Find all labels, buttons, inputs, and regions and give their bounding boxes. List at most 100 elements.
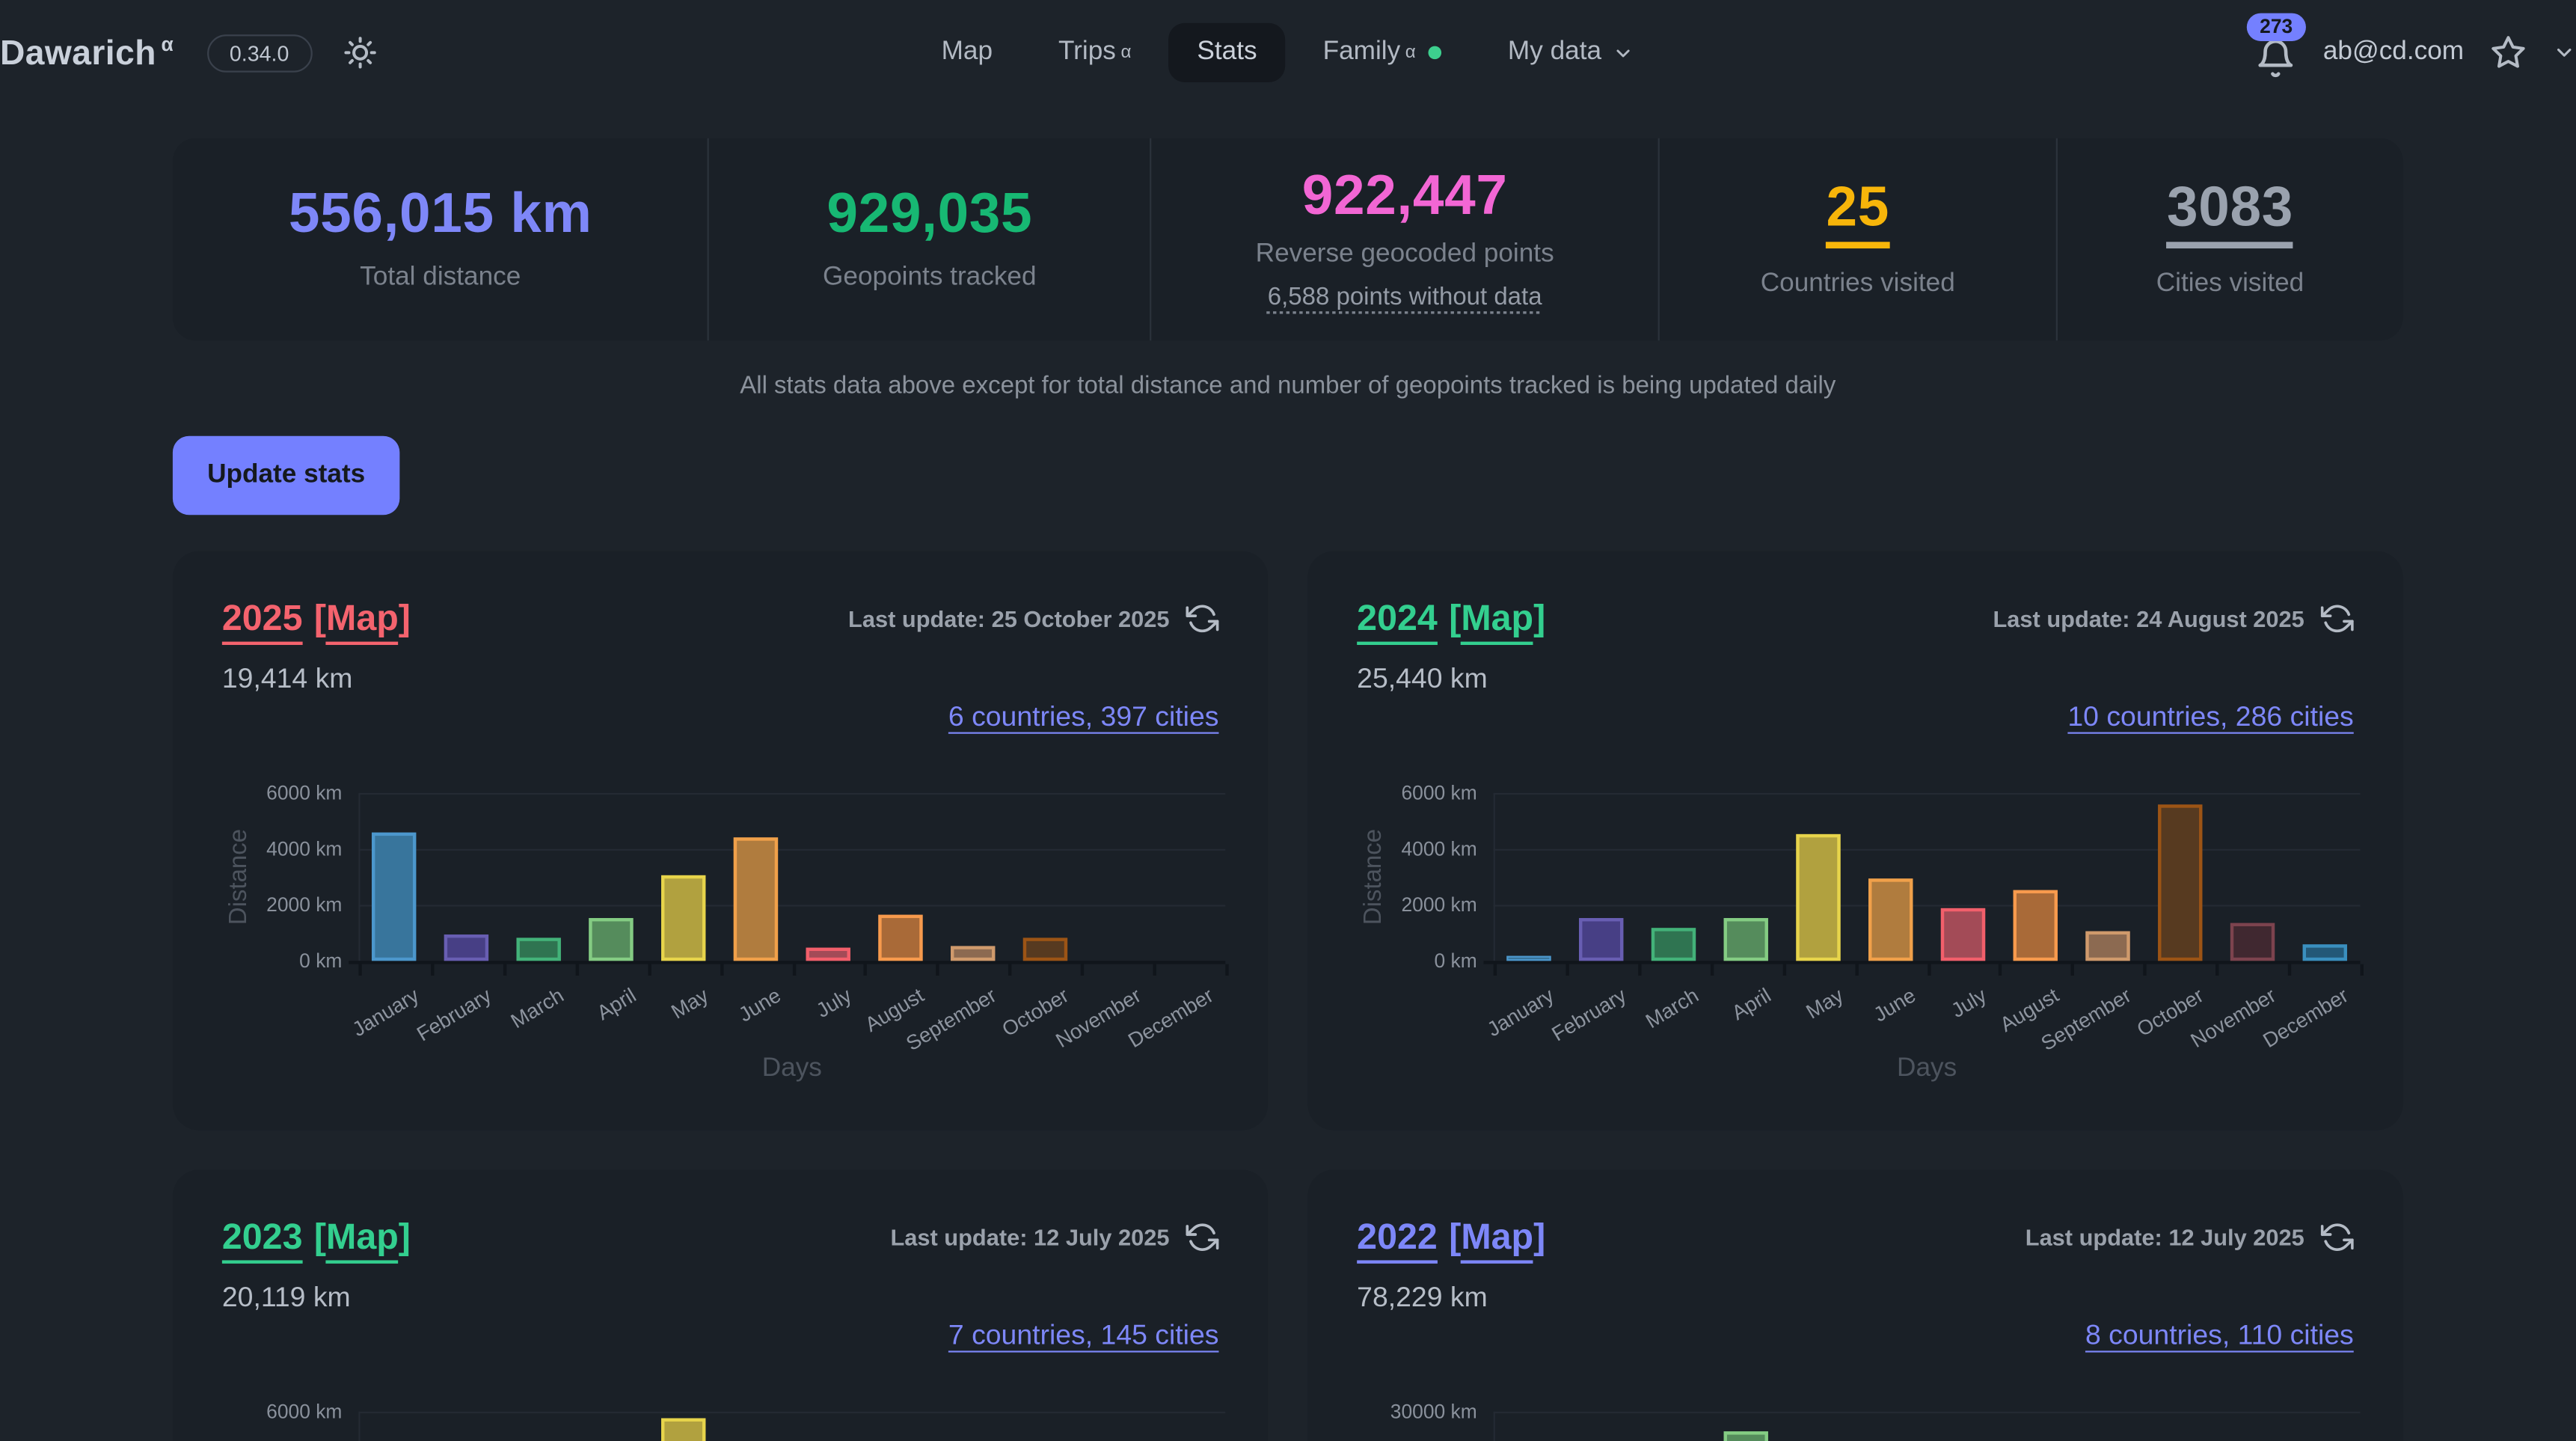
x-axis-tick: [1782, 964, 1785, 976]
x-axis-title: Days: [762, 1055, 822, 1085]
bar-february: [445, 934, 489, 961]
x-axis-line: [1483, 961, 2360, 964]
x-tick-label: June: [1869, 984, 1919, 1027]
nav-item-stats-active[interactable]: Stats: [1169, 23, 1285, 82]
stat-cities-label: Cities visited: [2156, 270, 2304, 300]
x-axis-tick: [1999, 964, 2002, 976]
stat-geopoints-value: 929,035: [827, 186, 1032, 242]
y-axis-title: Distance: [224, 829, 252, 925]
notifications-bell-icon[interactable]: 273: [2256, 27, 2297, 78]
x-axis-tick: [1153, 964, 1156, 976]
map-link[interactable]: Map: [326, 597, 399, 645]
bar-june: [1868, 878, 1913, 961]
y-tick-label: 4000 km: [1307, 837, 1476, 860]
x-axis-line: [349, 961, 1225, 964]
bar-july: [806, 948, 850, 961]
x-axis-tick: [2361, 964, 2364, 976]
x-tick-label: July: [813, 984, 856, 1023]
update-stats-button[interactable]: Update stats: [173, 436, 400, 515]
y-tick-label: 2000 km: [1307, 893, 1476, 917]
y-tick-label: 6000 km: [173, 1400, 342, 1423]
countries-cities-link[interactable]: 10 countries, 286 cities: [2067, 701, 2353, 732]
nav-item-stats-label: Stats: [1197, 38, 1257, 68]
x-axis-tick: [648, 964, 651, 976]
chevron-down-icon[interactable]: [2553, 41, 2576, 64]
nav-item-map[interactable]: Map: [913, 23, 1020, 82]
theme-toggle-sun-icon[interactable]: [342, 34, 378, 70]
stat-cities-value[interactable]: 3083: [2167, 180, 2293, 248]
x-axis-tick: [2071, 964, 2074, 976]
stat-total-distance-label: Total distance: [360, 263, 521, 293]
year-card-2025: 2025[Map] Last update: 25 October 2025 1…: [173, 551, 1269, 1131]
y-tick-label: 0 km: [1307, 949, 1476, 973]
nav-item-trips[interactable]: Tripsα: [1031, 23, 1159, 82]
bracket: ]: [1533, 1216, 1545, 1257]
refresh-icon[interactable]: [1186, 1221, 1218, 1254]
alpha-superscript: α: [1405, 43, 1416, 62]
map-link[interactable]: Map: [1461, 1216, 1533, 1264]
x-axis-tick: [503, 964, 506, 976]
refresh-icon[interactable]: [1186, 602, 1218, 635]
map-link[interactable]: Map: [326, 1216, 399, 1264]
notifications-count-badge: 273: [2247, 12, 2306, 40]
year-link[interactable]: 2025: [222, 597, 303, 645]
year-link[interactable]: 2023: [222, 1216, 303, 1264]
family-online-dot: [1429, 46, 1442, 60]
x-axis-tick: [720, 964, 723, 976]
year-distance: 19,414 km: [173, 640, 1269, 696]
chevron-down-icon: [1613, 42, 1634, 64]
bar-april: [1724, 918, 1768, 961]
star-icon[interactable]: [2490, 34, 2526, 70]
countries-cities-link[interactable]: 7 countries, 145 cities: [948, 1320, 1219, 1351]
countries-cities-link[interactable]: 8 countries, 110 cities: [2085, 1320, 2354, 1351]
x-tick-label: May: [666, 984, 711, 1024]
refresh-icon[interactable]: [2321, 1221, 2354, 1254]
y-axis-title: Distance: [1359, 829, 1387, 925]
map-link[interactable]: Map: [1461, 597, 1533, 645]
bar-august: [2013, 890, 2057, 961]
year-card-2024: 2024[Map] Last update: 24 August 2025 25…: [1307, 551, 2403, 1131]
x-axis-tick: [2215, 964, 2218, 976]
stat-reverse-geocoded-value: 922,447: [1302, 168, 1508, 224]
chart-gridline: [1494, 1412, 2361, 1413]
countries-cities-link[interactable]: 6 countries, 397 cities: [948, 701, 1219, 732]
refresh-icon[interactable]: [2321, 602, 2354, 635]
stat-reverse-geocoded-label: Reverse geocoded points: [1256, 240, 1554, 270]
x-tick-label: January: [1483, 984, 1558, 1041]
year-cards-grid: 2025[Map] Last update: 25 October 2025 1…: [173, 551, 2403, 1441]
x-axis-title: Days: [1897, 1055, 1957, 1085]
stats-strip: 556,015 km Total distance 929,035 Geopoi…: [173, 138, 2403, 340]
navbar-right-cluster: 273 ab@cd.com: [2256, 27, 2576, 78]
bracket: ]: [1533, 597, 1545, 638]
bar-may: [1797, 834, 1841, 961]
last-update-text: Last update: 25 October 2025: [848, 605, 1169, 631]
navbar: Dawarichα 0.34.0 Map Tripsα Stats Family…: [0, 0, 2576, 105]
bar-february: [1580, 918, 1624, 961]
chart-gridline: [358, 849, 1225, 851]
user-email[interactable]: ab@cd.com: [2323, 38, 2464, 68]
app-logo[interactable]: Dawarichα: [0, 32, 174, 73]
bar-september: [951, 946, 995, 961]
points-without-data-link[interactable]: 6,588 points without data: [1268, 283, 1542, 310]
chart-gridline: [358, 1412, 1225, 1413]
stat-reverse-geocoded: 922,447 Reverse geocoded points 6,588 po…: [1150, 138, 1658, 340]
x-tick-label: June: [734, 984, 784, 1027]
bracket: [: [1449, 597, 1461, 638]
year-title-2025: 2025[Map]: [222, 597, 411, 640]
y-tick-label: 30000 km: [1307, 1400, 1476, 1423]
y-axis-line: [358, 1412, 360, 1441]
nav-item-my-data[interactable]: My data: [1480, 23, 1663, 82]
last-update-text: Last update: 12 July 2025: [890, 1224, 1169, 1250]
year-distance-chart: 6000 km4000 km2000 km0 kmJanuaryFebruary…: [173, 1383, 1269, 1441]
x-axis-tick: [431, 964, 434, 976]
year-link[interactable]: 2022: [1357, 1216, 1438, 1264]
bar-august: [878, 915, 922, 961]
year-distance-chart: 6000 km4000 km2000 km0 kmJanuaryFebruary…: [173, 765, 1269, 1131]
stat-total-distance: 556,015 km Total distance: [173, 138, 708, 340]
nav-item-my-data-label: My data: [1508, 38, 1601, 68]
nav-item-family[interactable]: Familyα: [1295, 23, 1470, 82]
stat-countries-value[interactable]: 25: [1827, 180, 1889, 248]
bar-april: [589, 918, 634, 961]
year-link[interactable]: 2024: [1357, 597, 1438, 645]
bar-may: [661, 875, 705, 961]
